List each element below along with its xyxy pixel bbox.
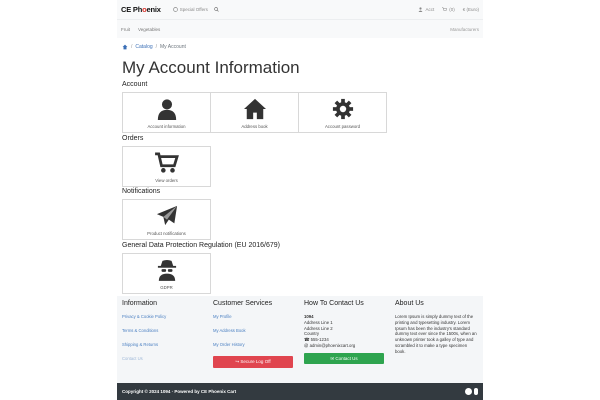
account-dropdown[interactable]: Acct (418, 7, 434, 12)
user-icon (157, 99, 176, 120)
copyright-text: Copyright © 2024 1094 · Powered by CE Ph… (122, 389, 237, 394)
account-information-tile[interactable]: Account information (122, 92, 211, 133)
footer: Information Privacy & Cookie Policy Term… (117, 296, 483, 383)
gear-icon (332, 98, 353, 120)
page-title: My Account Information (122, 58, 300, 77)
paper-plane-icon (156, 205, 177, 226)
section-gdpr-heading: General Data Protection Regulation (EU 2… (122, 242, 280, 249)
search-icon[interactable] (214, 7, 219, 12)
category-vegetables[interactable]: Vegetables (138, 27, 160, 32)
user-icon (418, 7, 423, 12)
payment-icons (465, 388, 478, 395)
product-notifications-tile[interactable]: Product notifications (122, 199, 211, 240)
terms-link[interactable]: Terms & Conditions (122, 328, 207, 333)
footer-information: Information Privacy & Cookie Policy Term… (122, 300, 207, 370)
home-icon[interactable] (122, 44, 128, 50)
secure-log-off-button[interactable]: ↪ Secure Log Off (213, 356, 293, 368)
section-account-heading: Account (122, 81, 148, 88)
payment-icon (474, 388, 478, 395)
privacy-link[interactable]: Privacy & Cookie Policy (122, 314, 207, 319)
email: @ admin@phoenixcart.org (304, 342, 356, 348)
section-notifications-heading: Notifications (122, 188, 161, 195)
shipping-link[interactable]: Shipping & Returns (122, 342, 207, 347)
cart-icon (154, 152, 179, 173)
currency-dropdown[interactable]: € (Euro) (463, 7, 479, 12)
store-logo[interactable]: CE Phoenix (121, 5, 161, 14)
bottom-bar: Copyright © 2024 1094 · Powered by CE Ph… (117, 383, 483, 400)
footer-about-heading: About Us (395, 300, 424, 307)
footer-about: About Us Lorem Ipsum is simply dummy tex… (395, 300, 480, 355)
address-book-tile[interactable]: Address book (210, 92, 299, 133)
footer-contact-heading: How To Contact Us (304, 300, 364, 307)
view-orders-tile[interactable]: View orders (122, 146, 211, 187)
contact-us-button[interactable]: ✉ Contact Us (304, 352, 384, 364)
my-order-history-link[interactable]: My Order History (213, 342, 298, 347)
footer-customer-services-heading: Customer Services (213, 300, 273, 307)
payment-icon (465, 388, 472, 395)
breadcrumb-current: My Account (160, 44, 186, 50)
user-secret-icon (157, 260, 176, 281)
home-icon (243, 98, 266, 120)
my-address-book-link[interactable]: My Address Book (213, 328, 298, 333)
breadcrumb-catalog[interactable]: Catalog (135, 44, 152, 50)
special-offers-link[interactable]: Special Offers (172, 7, 208, 12)
at-icon: @ (304, 342, 309, 348)
account-password-tile[interactable]: Account password (298, 92, 387, 133)
phone-icon: ☎ (304, 337, 310, 343)
category-fruit[interactable]: Fruit (121, 27, 130, 32)
footer-customer-services: Customer Services My Profile My Address … (213, 300, 298, 368)
category-bar: Fruit Vegetables Manufacturers (117, 19, 483, 38)
contact-us-link[interactable]: Contact Us (122, 356, 207, 361)
about-text: Lorem Ipsum is simply dummy text of the … (395, 314, 477, 354)
percent-icon (172, 7, 178, 12)
section-orders-heading: Orders (122, 135, 144, 142)
footer-contact: How To Contact Us 1094 Address Line 1 Ad… (304, 300, 389, 364)
cart-icon (442, 7, 448, 11)
top-navbar: CE Phoenix Special Offers Acct (0) € (Eu… (117, 0, 483, 19)
breadcrumb: / Catalog / My Account (117, 44, 483, 50)
gdpr-tile[interactable]: GDPR (122, 253, 211, 294)
footer-information-heading: Information (122, 300, 158, 307)
cart-dropdown[interactable]: (0) (442, 7, 455, 12)
my-profile-link[interactable]: My Profile (213, 314, 298, 319)
manufacturers-dropdown[interactable]: Manufacturers (450, 27, 479, 32)
